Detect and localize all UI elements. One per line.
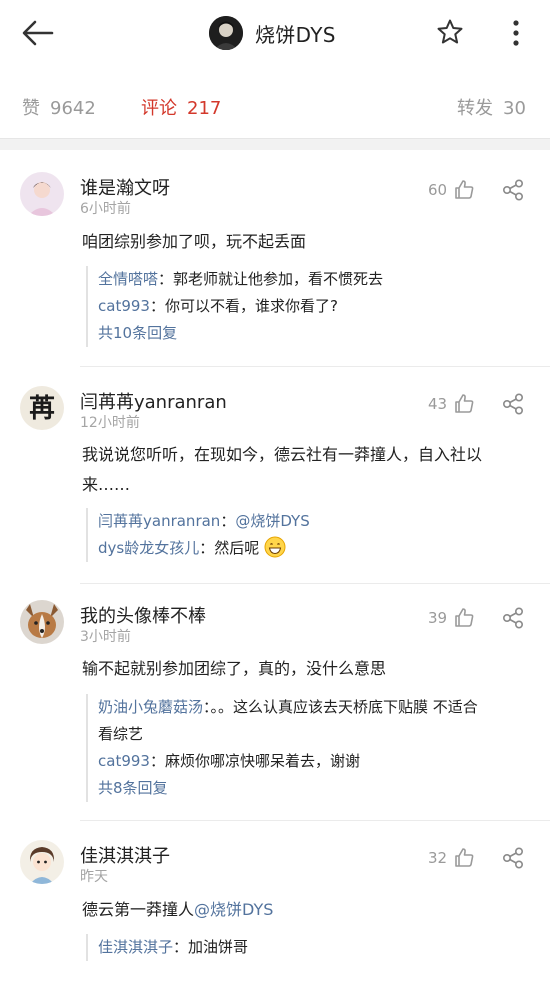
- view-more-replies-link[interactable]: 共10条回复: [98, 320, 526, 347]
- reply-thread: 全情嗒嗒：郭老师就让他参加，看不惯死去 cat993：你可以不看，谁求你看了? …: [86, 266, 526, 347]
- thumbs-up-icon: [455, 848, 474, 867]
- avatar-glyph: 苒: [29, 394, 55, 424]
- reply-item: 闫苒苒yanranran：@烧饼DYS: [98, 508, 526, 535]
- like-button[interactable]: 32: [428, 846, 475, 870]
- tab-comments-label: 评论: [141, 98, 177, 119]
- view-more-replies-link[interactable]: 共8条回复: [98, 775, 526, 802]
- tab-likes[interactable]: 赞 9642: [22, 94, 96, 120]
- reply-text: ：你可以不看，谁求你看了?: [149, 297, 338, 315]
- comment-text-line: 来……: [82, 475, 131, 494]
- reply-text-continued: 看综艺: [98, 725, 144, 743]
- reply-thread: 奶油小兔蘑菇汤：。。这么认真应该去天桥底下贴膜 不适合 看综艺 cat993：麻…: [86, 694, 526, 802]
- reply-text: ：加油饼哥: [173, 938, 249, 956]
- thumbs-up-icon: [455, 180, 474, 199]
- like-count: 39: [428, 609, 448, 627]
- like-button[interactable]: 39: [428, 606, 475, 630]
- reply-text: ：: [220, 512, 236, 530]
- thumbs-up-icon: [455, 394, 474, 413]
- comment-mention[interactable]: @烧饼DYS: [194, 900, 273, 919]
- stats-tabs: 赞 9642 评论 217 转发 30: [0, 66, 550, 138]
- like-count: 60: [428, 181, 448, 199]
- comment-separator: [80, 820, 550, 821]
- share-icon[interactable]: [501, 392, 525, 416]
- tab-comments[interactable]: 评论 217: [141, 94, 221, 120]
- tab-reposts-label: 转发: [457, 98, 493, 119]
- comment-time: 12小时前: [80, 415, 140, 431]
- like-count: 43: [428, 395, 448, 413]
- comment-author[interactable]: 我的头像棒不棒: [80, 602, 206, 628]
- reply-text: ：麻烦你哪凉快哪呆着去，谢谢: [149, 752, 360, 770]
- share-icon[interactable]: [501, 846, 525, 870]
- top-bar: 烧饼DYS: [0, 0, 550, 66]
- reply-item: 佳淇淇淇子：加油饼哥: [98, 934, 526, 961]
- share-icon[interactable]: [501, 606, 525, 630]
- reply-thread: 闫苒苒yanranran：@烧饼DYS dys龄龙女孩儿：然后呢: [86, 508, 526, 562]
- avatar[interactable]: [20, 600, 64, 644]
- thumbs-up-icon: [455, 608, 474, 627]
- comment-item: 苒 闫苒苒yanranran 12小时前 43 我说说您听听，在现如今，德云社有…: [0, 386, 550, 586]
- reply-thread: 佳淇淇淇子：加油饼哥: [86, 934, 526, 961]
- reply-item: dys龄龙女孩儿：然后呢: [98, 535, 526, 562]
- reply-item: 奶油小兔蘑菇汤：。。这么认真应该去天桥底下贴膜 不适合 看综艺: [98, 694, 526, 748]
- comment-text-body: 德云第一莽撞人: [82, 900, 195, 919]
- comment-time: 3小时前: [80, 629, 131, 645]
- comment-text: 咱团综别参加了呗，玩不起丢面: [82, 232, 307, 251]
- comment-separator: [80, 366, 550, 367]
- tab-likes-label: 赞: [22, 98, 40, 119]
- section-divider: [0, 138, 550, 150]
- comment-time: 6小时前: [80, 201, 131, 217]
- star-icon[interactable]: [436, 18, 464, 46]
- reply-author[interactable]: 闫苒苒yanranran: [98, 512, 220, 530]
- reply-author[interactable]: cat993: [98, 297, 150, 315]
- comment-text: 我说说您听听，在现如今，德云社有一莽撞人，自入社以 来……: [82, 440, 522, 500]
- comment-text-line: 我说说您听听，在现如今，德云社有一莽撞人，自入社以: [82, 445, 483, 464]
- reply-author[interactable]: 奶油小兔蘑菇汤: [98, 698, 203, 716]
- tab-likes-count: 9642: [50, 98, 96, 119]
- comment-text: 德云第一莽撞人@烧饼DYS: [82, 895, 522, 925]
- page-title: 烧饼DYS: [255, 22, 336, 47]
- reply-text: ：然后呢: [199, 539, 260, 557]
- reply-item: 全情嗒嗒：郭老师就让他参加，看不惯死去: [98, 266, 526, 293]
- like-button[interactable]: 43: [428, 392, 475, 416]
- comment-author[interactable]: 谁是瀚文呀: [80, 174, 170, 200]
- grin-emoji-icon: [264, 536, 286, 558]
- comment-item: 佳淇淇淇子 昨天 32 德云第一莽撞人@烧饼DYS 佳淇淇淇子：加油饼哥: [0, 840, 550, 990]
- tab-comments-count: 217: [187, 98, 222, 119]
- avatar[interactable]: [20, 840, 64, 884]
- header-avatar[interactable]: [209, 16, 243, 50]
- comment-time: 昨天: [80, 869, 108, 885]
- like-count: 32: [428, 849, 448, 867]
- like-button[interactable]: 60: [428, 178, 475, 202]
- share-icon[interactable]: [501, 178, 525, 202]
- comment-item: 谁是瀚文呀 6小时前 60 咱团综别参加了呗，玩不起丢面 全情嗒嗒：郭老师就让他…: [0, 172, 550, 372]
- avatar[interactable]: [20, 172, 64, 216]
- reply-author[interactable]: 全情嗒嗒: [98, 270, 158, 288]
- reply-item: cat993：麻烦你哪凉快哪呆着去，谢谢: [98, 748, 526, 775]
- comment-text: 输不起就别参加团综了，真的，没什么意思: [82, 659, 387, 678]
- reply-text: ：郭老师就让他参加，看不惯死去: [158, 270, 384, 288]
- comment-separator: [80, 583, 550, 584]
- more-vertical-icon[interactable]: [505, 18, 527, 48]
- reply-author[interactable]: cat993: [98, 752, 150, 770]
- comment-item: 我的头像棒不棒 3小时前 39 输不起就别参加团综了，真的，没什么意思 奶油小兔…: [0, 600, 550, 810]
- avatar[interactable]: 苒: [20, 386, 64, 430]
- tab-reposts-count: 30: [503, 98, 526, 119]
- header-user[interactable]: 烧饼DYS: [209, 15, 336, 51]
- tab-reposts[interactable]: 转发 30: [457, 94, 526, 120]
- reply-item: cat993：你可以不看，谁求你看了?: [98, 293, 526, 320]
- reply-author[interactable]: 佳淇淇淇子: [98, 938, 173, 956]
- reply-mention[interactable]: @烧饼DYS: [235, 512, 309, 530]
- comment-author[interactable]: 闫苒苒yanranran: [80, 388, 227, 414]
- back-arrow-icon[interactable]: [20, 18, 56, 48]
- comment-author[interactable]: 佳淇淇淇子: [80, 842, 170, 868]
- reply-text: ：。。这么认真应该去天桥底下贴膜 不适合: [203, 698, 478, 716]
- reply-author[interactable]: dys龄龙女孩儿: [98, 539, 199, 557]
